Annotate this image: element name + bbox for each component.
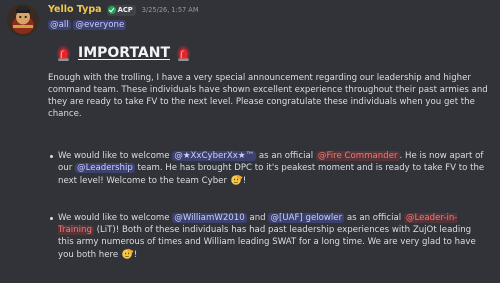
list-item: We would like to welcome @★XxCyberXx★™ a… — [48, 150, 488, 187]
siren-icon — [56, 45, 71, 62]
text: We would like to welcome — [58, 213, 173, 223]
text: ! — [242, 176, 247, 186]
role-mention-fire-commander[interactable]: @Fire Commander — [315, 151, 400, 161]
timestamp[interactable]: 3/25/26, 1:57 AM — [142, 4, 199, 16]
mention-everyone[interactable]: @everyone — [73, 20, 127, 30]
text: ! — [133, 250, 138, 260]
text: as an official — [256, 151, 316, 161]
text: as an official — [344, 213, 404, 223]
avatar-icon — [7, 4, 39, 36]
user-mention-william[interactable]: @WilliamW2010 — [172, 213, 247, 223]
avatar[interactable] — [7, 4, 39, 36]
message-header: Yello Typa ACP 3/25/26, 1:57 AM — [48, 3, 199, 17]
username[interactable]: Yello Typa — [48, 4, 102, 16]
message: Yello Typa ACP 3/25/26, 1:57 AM @all @ev… — [0, 0, 500, 283]
text: We would like to welcome — [58, 151, 173, 161]
check-badge-icon — [107, 6, 116, 14]
heading-text: IMPORTANT — [78, 45, 171, 61]
intro-paragraph: Enough with the trolling, I have a very … — [48, 73, 488, 119]
salute-emoji-icon[interactable] — [121, 248, 134, 259]
role-mention-leadership[interactable]: @Leadership — [74, 163, 135, 173]
announcement-heading: IMPORTANT — [56, 43, 191, 63]
user-mention-cyber[interactable]: @★XxCyberXx★™ — [172, 151, 257, 161]
text: and — [246, 213, 269, 223]
server-tag-label: ACP — [117, 6, 133, 14]
mention-all[interactable]: @all — [48, 20, 71, 30]
user-mention-gelowler[interactable]: @[UAF] gelowler — [268, 213, 345, 223]
list-item: We would like to welcome @WilliamW2010 a… — [48, 212, 488, 261]
siren-icon — [176, 45, 191, 62]
mentions-line: @all @everyone — [48, 19, 127, 31]
salute-emoji-icon[interactable] — [230, 174, 243, 185]
server-tag[interactable]: ACP — [106, 4, 136, 16]
